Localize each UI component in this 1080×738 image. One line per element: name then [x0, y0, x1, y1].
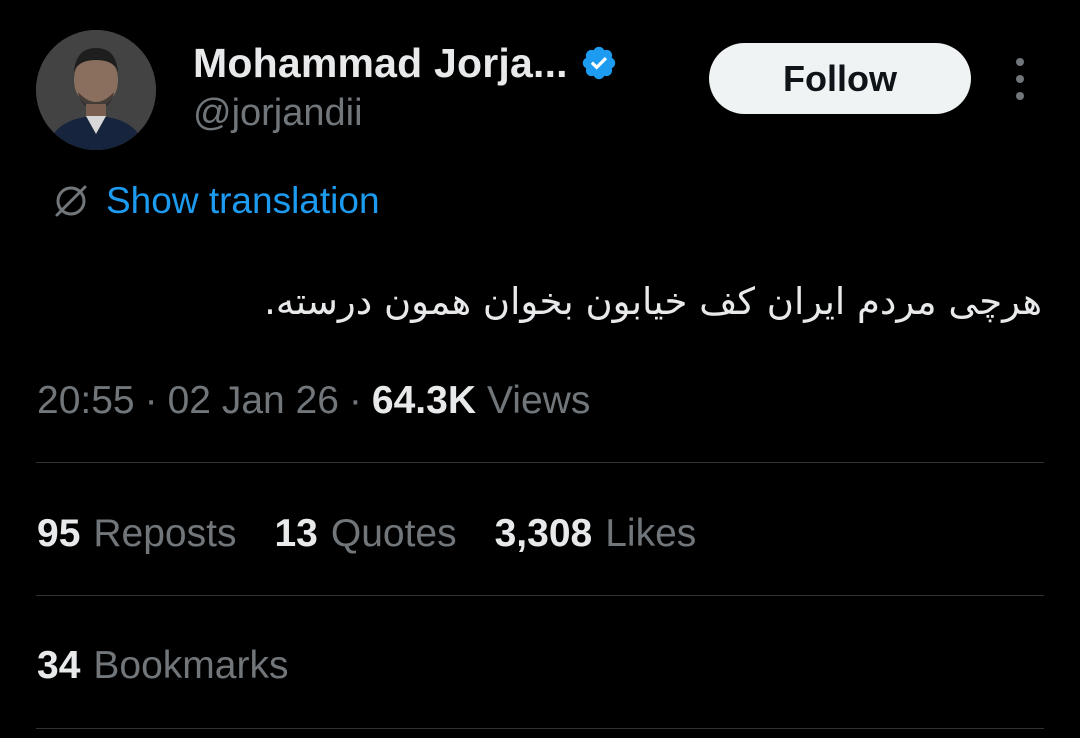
views-label: Views	[487, 379, 591, 422]
more-vertical-icon[interactable]	[1003, 58, 1037, 100]
divider	[36, 462, 1044, 463]
meta-separator: ·	[348, 379, 362, 422]
engagement-stats: 95 Reposts 13 Quotes 3,308 Likes	[37, 508, 734, 560]
tweet-header: Mohammad Jorja... @jorjandii Follow	[0, 0, 1080, 160]
divider	[36, 728, 1044, 729]
verified-badge-icon	[580, 44, 618, 82]
tweet-meta: 20:55 · 02 Jan 26 · 64.3K Views	[37, 376, 590, 426]
show-translation-label: Show translation	[106, 180, 380, 221]
views-count: 64.3K	[371, 379, 476, 422]
bookmarks-count: 34	[37, 644, 81, 687]
meta-separator: ·	[144, 379, 158, 422]
more-dot	[1016, 58, 1024, 66]
reposts-count: 95	[37, 512, 81, 555]
quotes-label: Quotes	[330, 512, 457, 555]
follow-button[interactable]: Follow	[709, 43, 971, 114]
quotes-stat[interactable]: 13 Quotes	[274, 512, 456, 556]
translate-icon	[55, 185, 87, 217]
show-translation-link[interactable]: Show translation	[48, 178, 380, 224]
tweet-text: هرچی مردم ایران کف خیابون بخوان همون درس…	[264, 280, 1042, 323]
more-dot	[1016, 92, 1024, 100]
tweet-date[interactable]: 02 Jan 26	[168, 379, 339, 423]
reposts-stat[interactable]: 95 Reposts	[37, 512, 236, 556]
likes-count: 3,308	[494, 512, 593, 555]
likes-label: Likes	[605, 512, 697, 555]
author-handle[interactable]: @jorjandii	[193, 92, 363, 135]
reposts-label: Reposts	[93, 512, 237, 555]
tweet-time[interactable]: 20:55	[37, 379, 135, 423]
author-display-name[interactable]: Mohammad Jorja...	[193, 40, 568, 87]
bookmarks-label: Bookmarks	[93, 644, 289, 687]
more-dot	[1016, 75, 1024, 83]
avatar[interactable]	[36, 30, 156, 150]
profile-photo	[36, 30, 156, 150]
divider	[36, 595, 1044, 596]
author-name-row: Mohammad Jorja...	[193, 38, 618, 88]
bookmarks-stat[interactable]: 34 Bookmarks	[37, 640, 288, 692]
likes-stat[interactable]: 3,308 Likes	[495, 512, 697, 556]
quotes-count: 13	[274, 512, 318, 555]
